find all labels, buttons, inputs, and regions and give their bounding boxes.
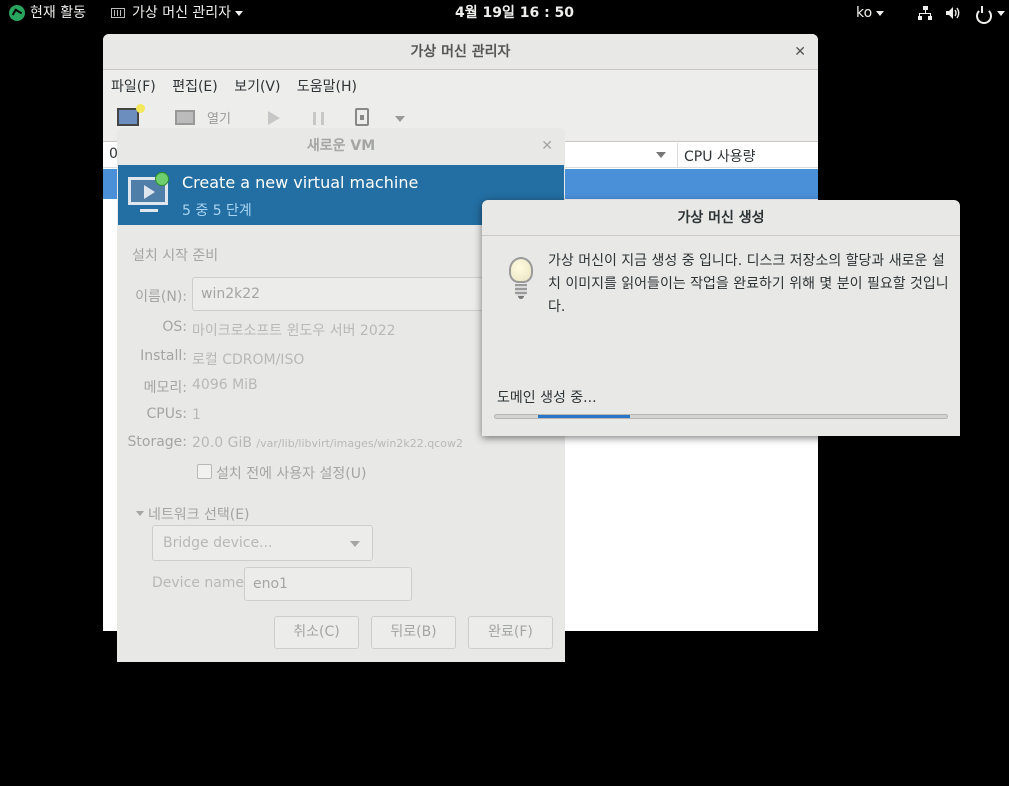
activities-button[interactable]: 현재 활동 (30, 0, 86, 26)
wizard-title: Create a new virtual machine (182, 173, 419, 192)
customize-checkbox[interactable] (197, 464, 212, 479)
menu-bar: 파일(F) 편집(E) 보기(V) 도움말(H) (103, 70, 818, 100)
creating-vm-dialog: 가상 머신 생성 가상 머신이 지금 생성 중 입니다. 디스크 저장소의 할당… (482, 200, 960, 436)
device-name-input[interactable]: eno1 (244, 567, 412, 601)
os-label: OS: (162, 319, 187, 335)
name-label: 이름(N): (135, 289, 187, 305)
column-separator (677, 143, 678, 168)
device-name-label: Device name: (152, 575, 249, 591)
volume-icon[interactable] (946, 7, 962, 19)
activities-icon (9, 5, 25, 21)
back-button[interactable]: 뒤로(B) (371, 616, 456, 649)
menu-view[interactable]: 보기(V) (234, 70, 280, 104)
cpus-label: CPUs: (146, 406, 187, 422)
menu-edit[interactable]: 편집(E) (172, 70, 218, 104)
progress-status: 도메인 생성 중... (497, 390, 597, 406)
app-menu-icon (111, 8, 125, 18)
network-icon[interactable] (918, 6, 932, 20)
finish-button[interactable]: 완료(F) (468, 616, 553, 649)
system-menu-chevron-icon[interactable] (997, 11, 1005, 16)
memory-value: 4096 MiB (192, 377, 258, 393)
power-icon[interactable] (975, 5, 992, 24)
cancel-button[interactable]: 취소(C) (274, 616, 359, 649)
progress-dialog-title: 가상 머신 생성 (482, 200, 960, 236)
os-value: 마이크로소프트 윈도우 서버 2022 (192, 323, 396, 339)
network-source-value: Bridge device... (163, 535, 273, 551)
name-input[interactable]: win2k22 (192, 277, 492, 311)
shutdown-icon[interactable] (355, 108, 369, 126)
play-icon[interactable] (268, 111, 280, 125)
language-label: ko (856, 5, 873, 21)
lightbulb-icon (507, 257, 535, 305)
section-heading: 설치 시작 준비 (132, 248, 219, 264)
storage-size: 20.0 GiB (192, 435, 252, 451)
chevron-down-icon (876, 10, 885, 16)
open-button-label[interactable]: 열기 (207, 108, 231, 127)
chevron-down-icon (235, 10, 244, 16)
storage-value: 20.0 GiB /var/lib/libvirt/images/win2k22… (192, 435, 463, 451)
install-value: 로컬 CDROM/ISO (192, 352, 305, 368)
wizard-step: 5 중 5 단계 (182, 203, 252, 219)
progress-message: 가상 머신이 지금 생성 중 입니다. 디스크 저장소의 할당과 새로운 설치 … (548, 253, 949, 315)
new-vm-close-button[interactable]: ✕ (541, 128, 553, 165)
chevron-down-icon[interactable] (395, 116, 405, 122)
language-button[interactable]: ko (856, 0, 885, 26)
top-bar: 현재 활동 가상 머신 관리자 4월 19일 16 : 50 ko (0, 0, 1009, 26)
monitor-stand (140, 209, 158, 212)
open-console-icon[interactable] (175, 110, 195, 125)
expander-arrow-icon[interactable] (136, 511, 144, 516)
app-menu-label: 가상 머신 관리자 (132, 5, 232, 21)
menu-file[interactable]: 파일(F) (111, 70, 156, 104)
app-menu-button[interactable]: 가상 머신 관리자 (132, 0, 244, 26)
progress-bar (494, 414, 948, 419)
storage-label: Storage: (127, 434, 188, 450)
new-vm-titlebar: 새로운 VM ✕ (117, 128, 565, 165)
chevron-down-icon (350, 541, 360, 547)
cpus-value: 1 (192, 407, 201, 423)
new-vm-title: 새로운 VM (306, 138, 376, 154)
install-label: Install: (140, 348, 187, 364)
menu-help[interactable]: 도움말(H) (297, 70, 357, 104)
pause-icon[interactable] (313, 112, 324, 125)
cpu-usage-column-header[interactable]: CPU 사용량 (684, 146, 756, 166)
main-window-titlebar: 가상 머신 관리자 ✕ (103, 34, 818, 70)
customize-label[interactable]: 설치 전에 사용자 설정(U) (216, 463, 366, 483)
network-source-combo[interactable]: Bridge device... (152, 525, 373, 561)
main-window-title: 가상 머신 관리자 (410, 44, 511, 60)
storage-path: /var/lib/libvirt/images/win2k22.qcow2 (256, 437, 463, 450)
new-vm-icon[interactable] (117, 104, 145, 126)
main-window-close-button[interactable]: ✕ (794, 34, 806, 70)
progress-bar-fill (538, 415, 630, 418)
network-expander-label[interactable]: 네트워크 선택(E) (148, 504, 250, 524)
new-badge-icon (155, 172, 169, 186)
sort-arrow-icon[interactable] (656, 152, 666, 158)
clock[interactable]: 4월 19일 16 : 50 (455, 0, 574, 26)
memory-label: 메모리: (143, 380, 187, 396)
